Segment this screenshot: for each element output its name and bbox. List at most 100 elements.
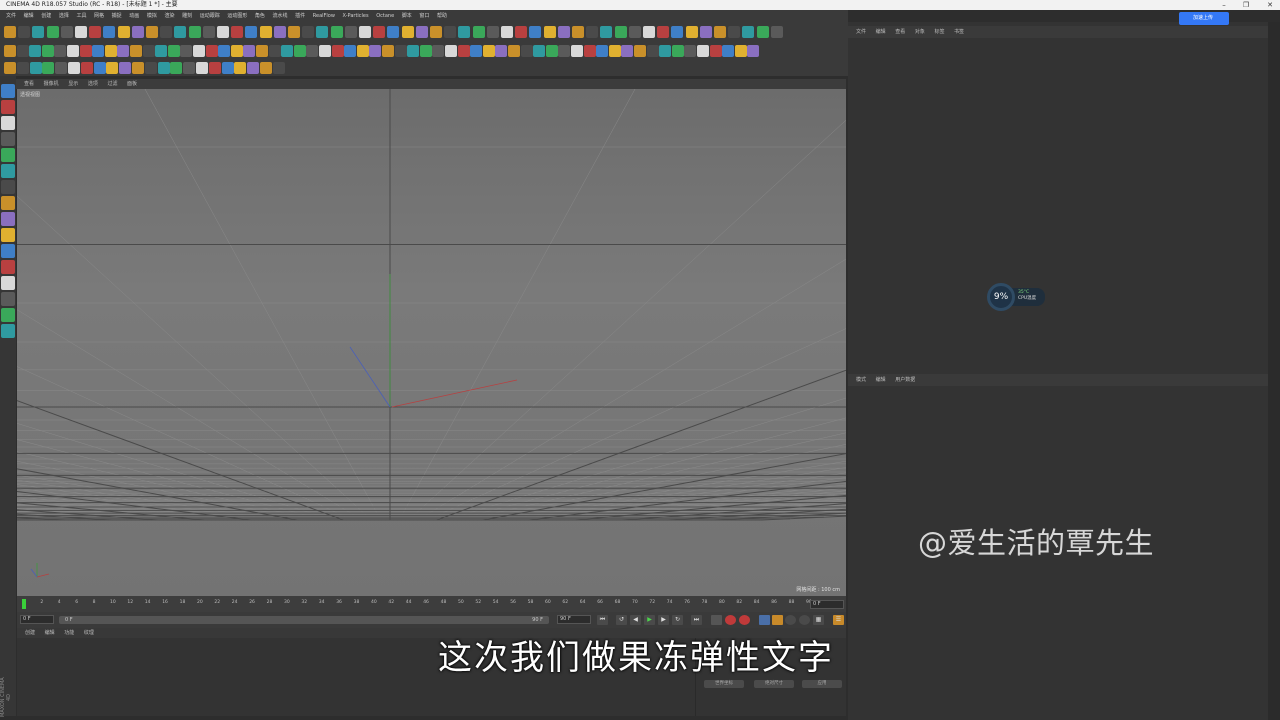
world-coord-dropdown[interactable]: 世界坐标 — [704, 680, 744, 688]
toolbar-tool-icon[interactable] — [634, 45, 646, 57]
toolbar-tool-icon[interactable] — [486, 26, 499, 38]
menu-realflow[interactable]: RealFlow — [313, 10, 335, 22]
toolbar-tool-icon[interactable] — [415, 26, 428, 38]
right-side-tabs[interactable] — [1268, 22, 1280, 720]
toolbar-tool-icon[interactable] — [614, 26, 627, 38]
toolbar-tool-icon[interactable] — [387, 26, 400, 38]
menu-render[interactable]: 渲染 — [164, 10, 174, 22]
menu-tools[interactable]: 工具 — [76, 10, 86, 22]
viewport-menu-view[interactable]: 查看 — [24, 79, 34, 89]
toolbar-tool-icon[interactable] — [671, 26, 684, 38]
toolbar-tool-icon[interactable] — [369, 45, 382, 57]
playhead-marker[interactable] — [22, 599, 26, 609]
toolbar-tool-icon[interactable] — [93, 62, 106, 74]
toolbar-tool-icon[interactable] — [657, 26, 670, 38]
object-menu-bookmarks[interactable]: 书签 — [954, 26, 964, 38]
end-frame-field[interactable]: 90 F — [557, 615, 591, 624]
toolbar-tool-icon[interactable] — [106, 62, 119, 74]
toolbar-tool-icon[interactable] — [4, 26, 16, 38]
toolbar-tool-icon[interactable] — [697, 45, 709, 57]
toolbar-tool-icon[interactable] — [596, 45, 609, 57]
param-key-icon[interactable] — [799, 615, 810, 625]
next-key-icon[interactable]: ↻ — [672, 615, 683, 625]
toolbar-tool-icon[interactable] — [29, 62, 42, 74]
toolbar-tool-icon[interactable] — [89, 26, 102, 38]
toolbar-tool-icon[interactable] — [482, 45, 495, 57]
toolbar-tool-icon[interactable] — [501, 26, 513, 38]
toolbar-tool-icon[interactable] — [256, 45, 268, 57]
next-frame-icon[interactable]: ▶ — [658, 615, 669, 625]
toolbar-tool-icon[interactable] — [180, 45, 193, 57]
range-slider[interactable]: 0 F 90 F — [59, 616, 549, 624]
toolbar-tool-icon[interactable] — [60, 26, 73, 38]
toolbar-tool-icon[interactable] — [444, 26, 457, 38]
toolbar-tool-icon[interactable] — [202, 26, 215, 38]
object-manager-list[interactable]: 35°C CPU温度 9% — [848, 38, 1268, 374]
toolbar-tool-icon[interactable] — [508, 45, 520, 57]
toolbar-tool-icon[interactable] — [234, 62, 247, 74]
toolbar-tool-icon[interactable] — [394, 45, 407, 57]
object-menu-file[interactable]: 文件 — [856, 26, 866, 38]
toolbar-tool-icon[interactable] — [401, 26, 414, 38]
toolbar-tool-icon[interactable] — [316, 26, 329, 38]
left-tool-icon[interactable] — [1, 212, 15, 226]
toolbar-tool-icon[interactable] — [42, 62, 55, 74]
toolbar-tool-icon[interactable] — [407, 45, 420, 57]
toolbar-tool-icon[interactable] — [16, 62, 29, 74]
toolbar-tool-icon[interactable] — [67, 45, 79, 57]
toolbar-tool-icon[interactable] — [167, 45, 180, 57]
toolbar-tool-icon[interactable] — [558, 45, 571, 57]
toolbar-tool-icon[interactable] — [146, 26, 158, 38]
toolbar-tool-icon[interactable] — [80, 62, 93, 74]
toolbar-tool-icon[interactable] — [571, 45, 583, 57]
timeline-menu-icon[interactable]: ☰ — [833, 615, 844, 625]
timeline-ruler[interactable]: 0246810121416182022242628303234363840424… — [17, 596, 846, 612]
toolbar-tool-icon[interactable] — [205, 45, 218, 57]
viewport-menu-panel[interactable]: 面板 — [127, 79, 137, 89]
menu-animate[interactable]: 动画 — [129, 10, 139, 22]
toolbar-tool-icon[interactable] — [659, 45, 672, 57]
toolbar-tool-icon[interactable] — [272, 62, 285, 74]
toolbar-tool-icon[interactable] — [621, 45, 634, 57]
toolbar-tool-icon[interactable] — [319, 45, 331, 57]
rotation-key-icon[interactable] — [785, 615, 796, 625]
material-menu-texture[interactable]: 纹理 — [84, 628, 94, 638]
toolbar-tool-icon[interactable] — [183, 62, 196, 74]
toolbar-tool-icon[interactable] — [457, 45, 470, 57]
menu-select[interactable]: 选择 — [59, 10, 69, 22]
menu-sculpt[interactable]: 雕刻 — [182, 10, 192, 22]
material-menu-create[interactable]: 创建 — [25, 628, 35, 638]
toolbar-tool-icon[interactable] — [373, 26, 386, 38]
toolbar-tool-icon[interactable] — [16, 45, 29, 57]
toolbar-tool-icon[interactable] — [231, 26, 244, 38]
left-tool-icon[interactable] — [1, 324, 15, 338]
toolbar-tool-icon[interactable] — [4, 45, 16, 57]
toolbar-tool-icon[interactable] — [268, 45, 281, 57]
toolbar-tool-icon[interactable] — [281, 45, 294, 57]
toolbar-tool-icon[interactable] — [685, 26, 698, 38]
left-tool-icon[interactable] — [1, 116, 15, 130]
toolbar-tool-icon[interactable] — [445, 45, 457, 57]
toolbar-tool-icon[interactable] — [742, 26, 755, 38]
toolbar-tool-icon[interactable] — [643, 26, 655, 38]
left-tool-icon[interactable] — [1, 84, 15, 98]
toolbar-tool-icon[interactable] — [734, 45, 747, 57]
toolbar-tool-icon[interactable] — [245, 26, 258, 38]
left-tool-icon[interactable] — [1, 260, 15, 274]
left-tool-icon[interactable] — [1, 276, 15, 290]
toolbar-tool-icon[interactable] — [458, 26, 471, 38]
toolbar-tool-icon[interactable] — [18, 26, 31, 38]
object-menu-object[interactable]: 对象 — [915, 26, 925, 38]
toolbar-tool-icon[interactable] — [55, 62, 68, 74]
toolbar-tool-icon[interactable] — [714, 26, 726, 38]
menu-window[interactable]: 窗口 — [419, 10, 429, 22]
toolbar-tool-icon[interactable] — [302, 26, 315, 38]
apply-button[interactable]: 应用 — [802, 680, 842, 688]
toolbar-tool-icon[interactable] — [29, 45, 42, 57]
menu-simulate[interactable]: 模拟 — [147, 10, 157, 22]
toolbar-tool-icon[interactable] — [243, 45, 256, 57]
attr-menu-mode[interactable]: 模式 — [856, 374, 866, 386]
toolbar-tool-icon[interactable] — [273, 26, 286, 38]
goto-end-icon[interactable]: ⏭ — [691, 615, 702, 625]
toolbar-tool-icon[interactable] — [288, 26, 300, 38]
